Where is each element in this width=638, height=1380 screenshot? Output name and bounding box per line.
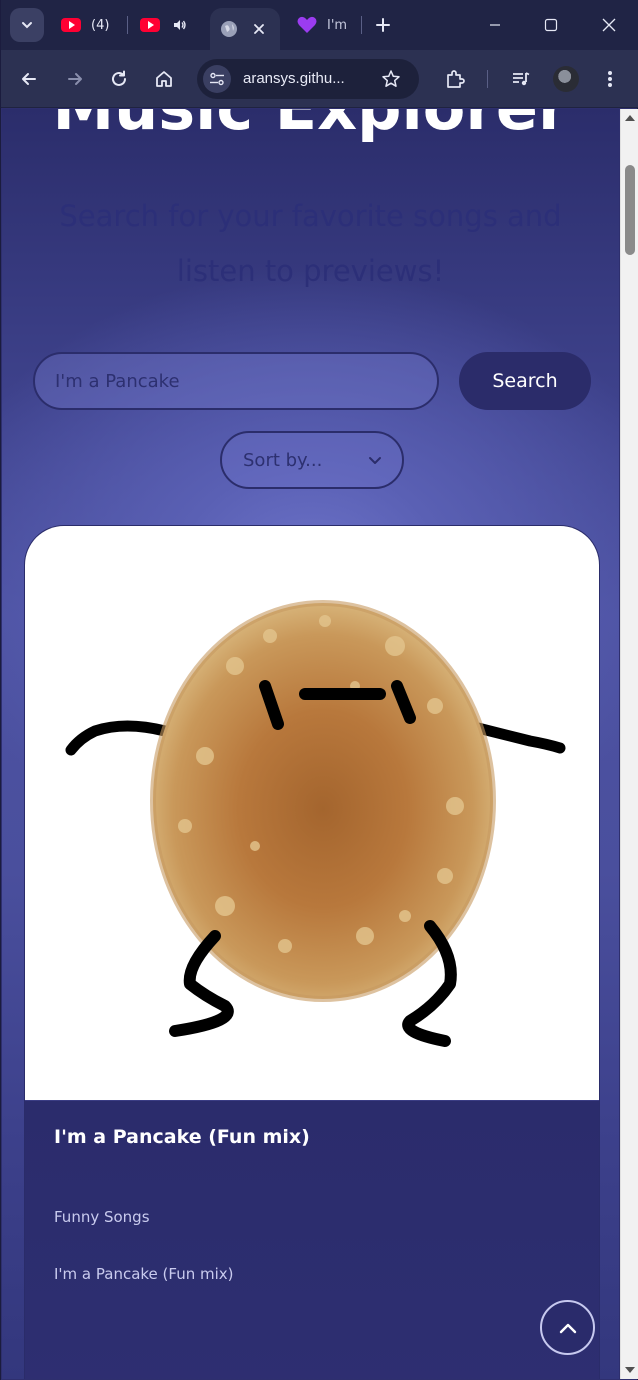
tab-label: I'm — [327, 17, 348, 33]
song-title: I'm a Pancake (Fun mix) — [54, 1126, 310, 1148]
more-vert-icon — [608, 71, 612, 87]
song-track-name: I'm a Pancake (Fun mix) — [54, 1265, 234, 1283]
page-scrollbar[interactable] — [620, 109, 638, 1379]
song-card[interactable]: I'm a Pancake (Fun mix) Funny Songs I'm … — [24, 525, 600, 1379]
scroll-down-arrow[interactable] — [625, 1367, 635, 1373]
maximize-icon — [544, 18, 558, 32]
page-title: Music Explorer — [2, 109, 619, 144]
minimize-icon — [490, 24, 500, 26]
extensions-button[interactable] — [443, 67, 467, 91]
tab-active[interactable] — [210, 8, 280, 50]
tune-icon — [210, 72, 224, 86]
tab-label: (4) — [91, 17, 110, 33]
playlist-icon — [513, 72, 530, 86]
toolbar-divider — [487, 70, 488, 88]
tab-search-button[interactable] — [10, 8, 44, 42]
page-subtitle: Search for your favorite songs and liste… — [59, 199, 562, 288]
tab-im[interactable]: I'm — [297, 8, 355, 42]
tab-divider — [361, 16, 362, 34]
puzzle-icon — [447, 70, 465, 88]
youtube-icon — [61, 18, 81, 32]
scroll-up-arrow[interactable] — [625, 115, 635, 121]
pancake-illustration — [65, 600, 566, 1047]
tab-divider — [127, 16, 128, 34]
bookmark-button[interactable] — [379, 67, 403, 91]
arrow-left-icon — [22, 73, 36, 85]
media-controls-button[interactable] — [509, 67, 533, 91]
chevron-down-icon — [369, 457, 381, 464]
song-album: Funny Songs — [54, 1208, 150, 1226]
scroll-to-top-button[interactable] — [540, 1300, 595, 1355]
maximize-button[interactable] — [539, 13, 563, 37]
home-button[interactable] — [152, 67, 176, 91]
song-card-body: I'm a Pancake (Fun mix) Funny Songs I'm … — [25, 1100, 599, 1379]
page-viewport: Music Explorer Search for your favorite … — [2, 109, 619, 1379]
youtube-icon — [140, 18, 160, 32]
minimize-button[interactable] — [483, 13, 507, 37]
sort-select[interactable]: Sort by... — [220, 431, 404, 489]
browser-tab-bar: (4) I'm — [1, 0, 638, 50]
search-input[interactable] — [33, 352, 439, 410]
chevron-down-icon — [22, 22, 32, 29]
browser-toolbar: aransys.githu... — [1, 50, 638, 108]
close-window-button[interactable] — [597, 13, 621, 37]
globe-icon — [221, 21, 237, 37]
profile-avatar[interactable] — [553, 66, 579, 92]
arrow-right-icon — [68, 73, 82, 85]
back-button[interactable] — [17, 67, 41, 91]
tab-youtube-1[interactable]: (4) — [61, 8, 127, 42]
new-tab-button[interactable] — [371, 13, 395, 37]
chevron-up-icon — [559, 1323, 576, 1333]
menu-button[interactable] — [598, 67, 622, 91]
search-button[interactable]: Search — [459, 352, 591, 410]
close-tab-icon[interactable] — [252, 22, 266, 36]
plus-icon — [376, 18, 390, 32]
tab-youtube-2[interactable] — [140, 8, 200, 42]
home-icon — [156, 71, 172, 87]
purple-heart-icon — [297, 16, 317, 33]
reload-button[interactable] — [107, 67, 131, 91]
speaker-icon — [174, 20, 186, 30]
site-info-button[interactable] — [203, 65, 231, 93]
reload-icon — [112, 70, 126, 86]
album-artwork — [25, 526, 599, 1100]
close-icon — [602, 18, 616, 32]
sort-select-value: Sort by... — [243, 449, 323, 471]
scrollbar-thumb[interactable] — [625, 165, 635, 255]
address-url[interactable]: aransys.githu... — [243, 70, 345, 87]
star-icon — [382, 70, 400, 87]
forward-button[interactable] — [63, 67, 87, 91]
